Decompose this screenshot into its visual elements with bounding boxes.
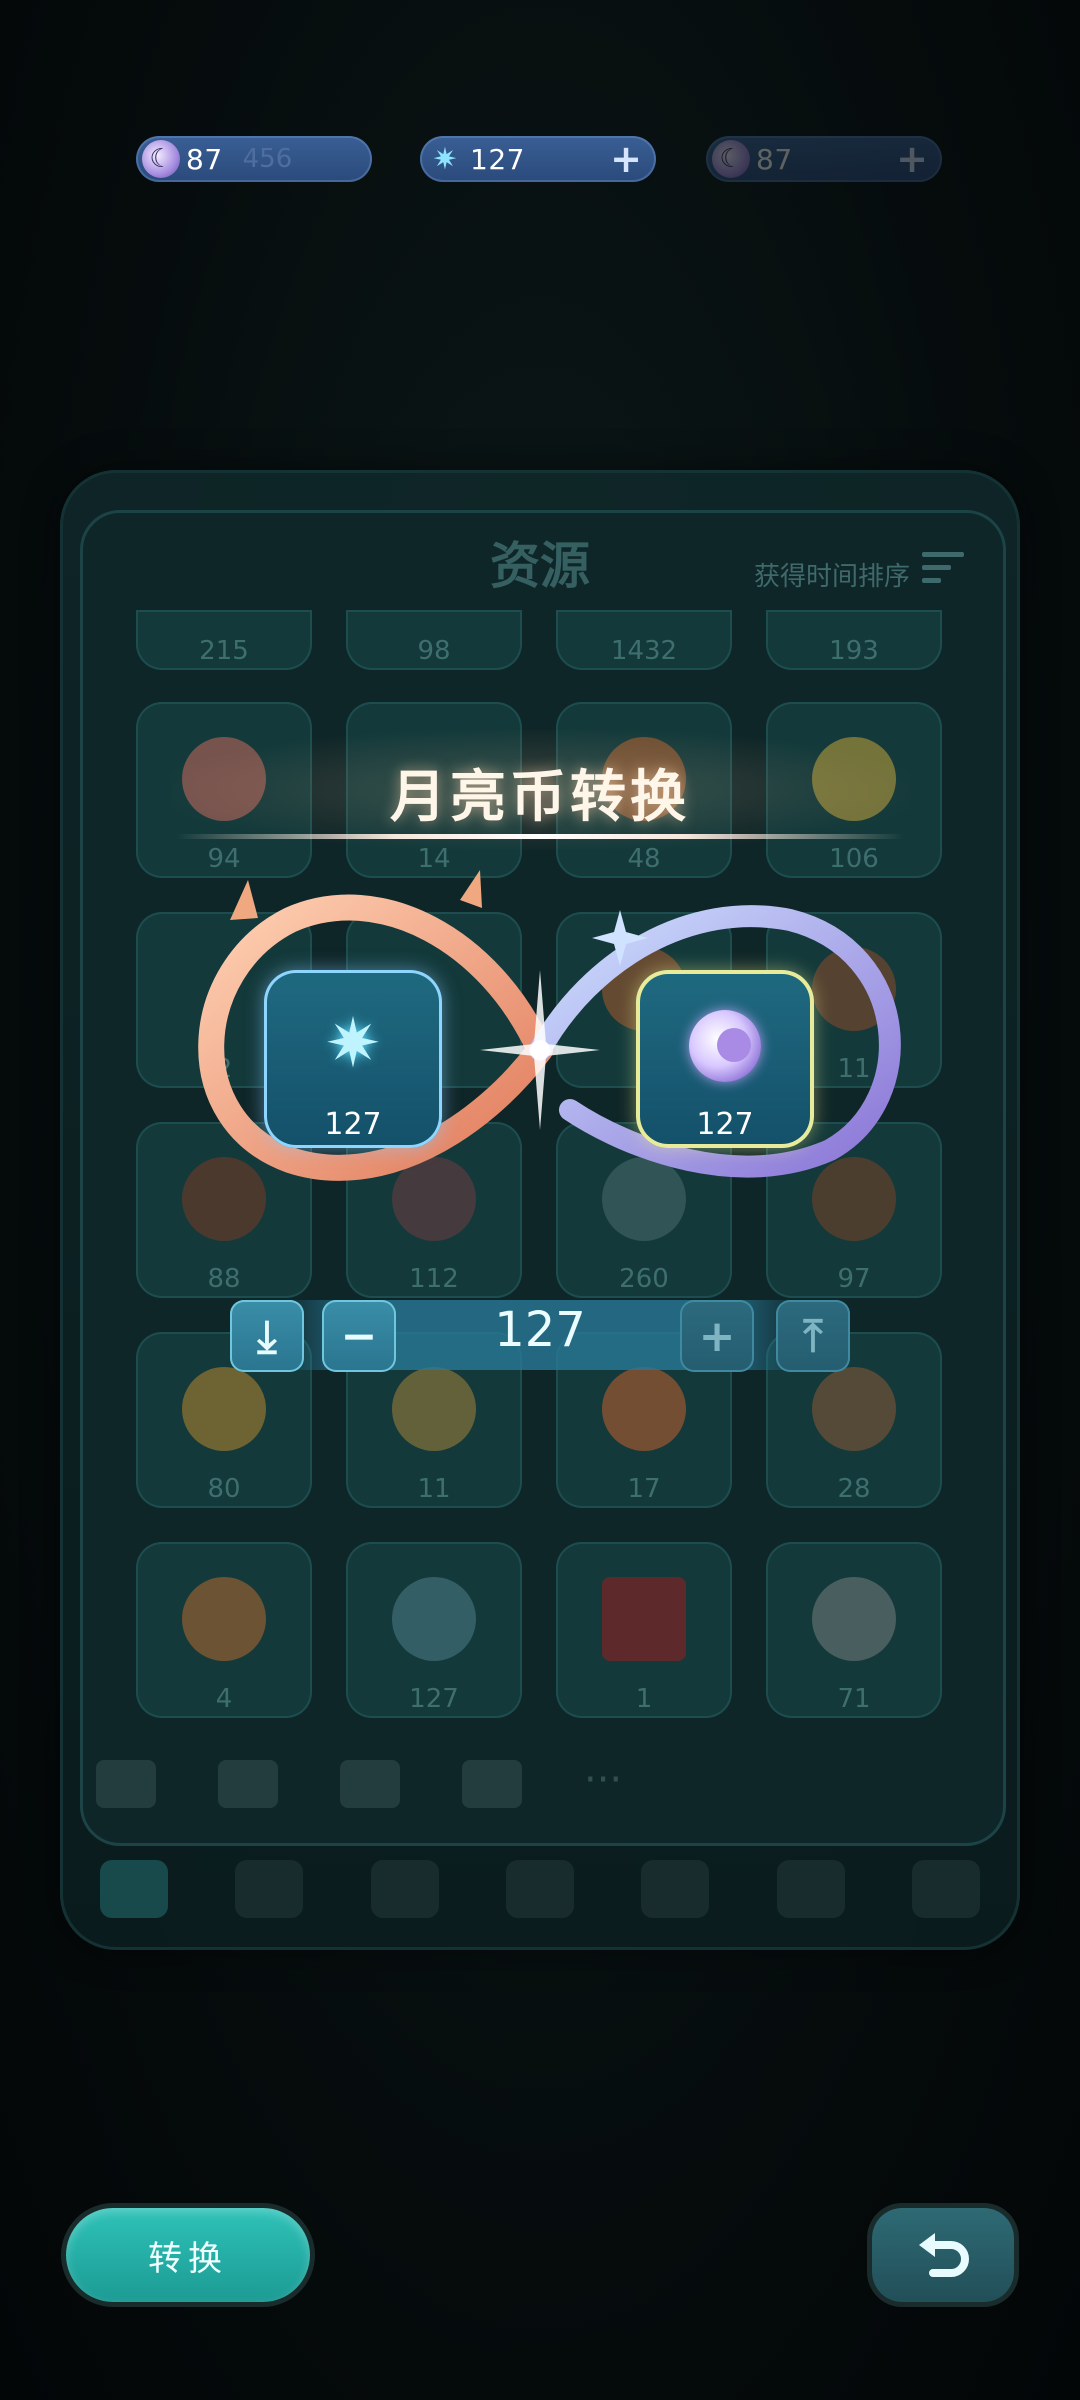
food-tab-icon[interactable] [218, 1760, 278, 1808]
scroll-tab-icon[interactable] [462, 1760, 522, 1808]
kebab-icon [812, 1367, 896, 1452]
fruit-icon [812, 1577, 896, 1662]
moon-coin-value: 87 [186, 142, 223, 176]
resource-count: 1 [635, 1684, 653, 1714]
modal-title-divider [176, 834, 904, 839]
resource-count: 97 [837, 1264, 871, 1294]
bread-icon [182, 1577, 266, 1662]
plus-icon: + [698, 1310, 736, 1362]
add-star-shard-button[interactable]: + [610, 139, 642, 179]
grid-tab-icon[interactable] [100, 1860, 168, 1918]
resource-count: 11 [417, 1474, 451, 1504]
convert-button-label: 转换 [148, 2238, 228, 2279]
min-icon: ⤓ [257, 1310, 277, 1362]
toolbox-tab-icon[interactable] [96, 1760, 156, 1808]
resource-count: 71 [837, 1684, 871, 1714]
resource-cell[interactable]: 1 [556, 1542, 732, 1718]
cauliflower-icon [182, 1367, 266, 1452]
moon-coin-icon [689, 1010, 761, 1082]
resource-count: 88 [207, 1264, 241, 1294]
undo-arrow-icon [919, 2233, 969, 2277]
star-shard-icon: ✷ [324, 1004, 382, 1084]
min-quantity-button[interactable]: ⤓ [230, 1300, 304, 1372]
music-tab-icon[interactable] [776, 1860, 845, 1918]
moon-coin-counter-secondary: ☾ 87 + [706, 136, 942, 182]
carrot-icon [602, 1367, 686, 1452]
resource-count: 127 [409, 1684, 459, 1714]
max-quantity-button[interactable]: ⤒ [776, 1300, 850, 1372]
moon-coin-secondary-value: 87 [756, 142, 793, 176]
resource-count: 215 [199, 636, 249, 666]
resource-count: 4 [215, 1684, 233, 1714]
pineapple-icon [392, 1367, 476, 1452]
resource-cell[interactable]: 98 [346, 610, 522, 670]
star-shard-value: 127 [470, 142, 525, 176]
resource-cell[interactable]: 127 [346, 1542, 522, 1718]
target-currency-slot: 127 [636, 970, 814, 1148]
resource-cell[interactable]: 215 [136, 610, 312, 670]
red-envelope-icon [602, 1577, 686, 1662]
moon-coin-icon: ☾ [142, 140, 180, 178]
moon-coin-icon: ☾ [712, 140, 750, 178]
minus-icon: − [340, 1310, 378, 1362]
hanger-tab-icon[interactable] [641, 1860, 710, 1918]
resource-cell[interactable]: 1432 [556, 610, 732, 670]
lantern-tab-icon[interactable] [370, 1860, 439, 1918]
resource-count: 193 [829, 636, 879, 666]
fish-tab-icon[interactable] [911, 1860, 980, 1918]
modal-title: 月亮币转换 [390, 765, 690, 830]
max-icon: ⤒ [803, 1310, 823, 1362]
decrease-quantity-button[interactable]: − [322, 1300, 396, 1372]
quantity-value[interactable]: 127 [390, 1302, 690, 1358]
add-moon-coin-button[interactable]: + [896, 139, 928, 179]
moon-coin-counter: ☾ 87 456 [136, 136, 372, 182]
bowl-tab-icon[interactable] [340, 1760, 400, 1808]
sort-icon[interactable] [922, 552, 964, 586]
target-amount: 127 [696, 1107, 754, 1142]
resource-count: 17 [627, 1474, 661, 1504]
resource-count: 80 [207, 1474, 241, 1504]
source-currency-slot: ✷ 127 [264, 970, 442, 1148]
more-tab-icon[interactable]: ··· [584, 1760, 644, 1808]
source-amount: 127 [324, 1107, 382, 1142]
infinity-ornament [198, 870, 901, 1181]
resource-count: 260 [619, 1264, 669, 1294]
increase-quantity-button[interactable]: + [680, 1300, 754, 1372]
star-shard-icon [392, 1577, 476, 1662]
convert-button[interactable]: 转换 [66, 2208, 310, 2302]
resource-count: 28 [837, 1474, 871, 1504]
back-button[interactable] [872, 2208, 1014, 2302]
star-shard-icon: ✷ [432, 141, 458, 177]
sort-label[interactable]: 获得时间排序 [754, 556, 910, 593]
bottom-tab-bar [100, 1860, 980, 1936]
star-shard-counter: ✷ 127 + [420, 136, 656, 182]
resource-cell[interactable]: 193 [766, 610, 942, 670]
resource-count: 1432 [610, 636, 678, 666]
resource-cell[interactable]: 71 [766, 1542, 942, 1718]
resource-cell[interactable]: 4 [136, 1542, 312, 1718]
tools-tab-icon[interactable] [505, 1860, 574, 1918]
panel-title: 资源 [490, 537, 590, 595]
sprout-tab-icon[interactable] [235, 1860, 304, 1918]
moon-coin-faded-value: 456 [242, 144, 293, 174]
resource-count: 98 [417, 636, 451, 666]
resource-count: 112 [409, 1264, 459, 1294]
category-tab-row: ··· [96, 1760, 656, 1830]
